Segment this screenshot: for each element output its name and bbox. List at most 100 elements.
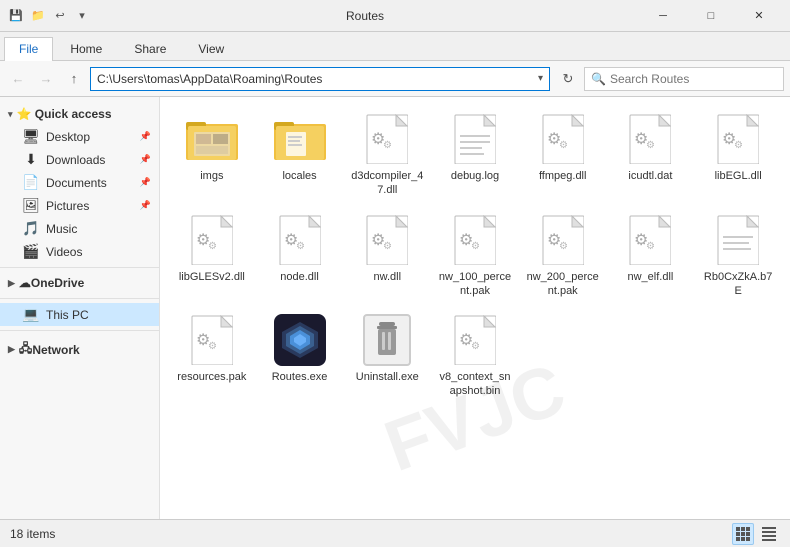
sidebar-label-music: Music <box>46 222 77 236</box>
onedrive-arrow: ▶ <box>8 278 15 289</box>
file-label-nw200: nw_200_percent.pak <box>525 270 601 299</box>
main-layout: ▾ ⭐ Quick access 🖥 Desktop 📌 ⬇ Downloads… <box>0 97 790 519</box>
file-label-debug-log: debug.log <box>451 169 499 183</box>
svg-text:⚙: ⚙ <box>734 140 743 151</box>
downloads-icon: ⬇ <box>22 151 40 168</box>
file-item-nwelf[interactable]: ⚙ ⚙ nw_elf.dll <box>609 208 693 305</box>
sidebar-item-downloads[interactable]: ⬇ Downloads 📌 <box>0 148 159 171</box>
sidebar-item-pictures[interactable]: 🖼 Pictures 📌 <box>0 194 159 217</box>
file-item-v8[interactable]: ⚙ ⚙ v8_context_snapshot.bin <box>433 308 517 405</box>
svg-text:⚙: ⚙ <box>296 241 305 252</box>
search-icon: 🔍 <box>591 72 606 86</box>
sidebar-divider3 <box>0 330 159 331</box>
desktop-icon: 🖥 <box>22 128 40 145</box>
file-label-v8: v8_context_snapshot.bin <box>437 370 513 399</box>
sidebar-item-music[interactable]: 🎵 Music <box>0 217 159 240</box>
list-icon <box>762 527 776 541</box>
file-item-rb0[interactable]: Rb0CxZkA.b7E <box>696 208 780 305</box>
close-button[interactable]: ✕ <box>736 0 782 32</box>
quick-access-arrow: ▾ <box>8 109 13 120</box>
file-label-uninstall: Uninstall.exe <box>356 370 419 384</box>
address-bar[interactable]: C:\Users\tomas\AppData\Roaming\Routes ▾ <box>90 67 550 91</box>
ribbon: File Home Share View <box>0 32 790 61</box>
file-label-libglesv2: libGLESv2.dll <box>179 270 245 284</box>
dll-libglesv2-icon: ⚙ ⚙ <box>186 214 238 266</box>
tab-file[interactable]: File <box>4 37 53 61</box>
file-item-routes-exe[interactable]: Routes.exe <box>258 308 342 405</box>
minimize-button[interactable]: ─ <box>640 0 686 32</box>
tab-home[interactable]: Home <box>55 37 117 61</box>
file-item-ffmpeg[interactable]: ⚙ ⚙ ffmpeg.dll <box>521 107 605 204</box>
file-label-nw: nw.dll <box>374 270 402 284</box>
window-controls[interactable]: ─ □ ✕ <box>640 0 782 32</box>
sidebar-section-network[interactable]: ▶ 🖧 Network <box>0 335 159 364</box>
tab-view[interactable]: View <box>183 37 239 61</box>
dll-d3dcompiler-icon: ⚙ ⚙ <box>361 113 413 165</box>
window-title: Routes <box>90 9 640 23</box>
pin-icon2: 📌 <box>140 154 151 165</box>
tab-share[interactable]: Share <box>119 37 181 61</box>
dll-nwelf-icon: ⚙ ⚙ <box>624 214 676 266</box>
address-dropdown-icon[interactable]: ▾ <box>538 73 543 84</box>
sidebar-label-downloads: Downloads <box>46 153 105 167</box>
file-label-icudtl: icudtl.dat <box>628 169 672 183</box>
status-bar: 18 items <box>0 519 790 547</box>
svg-text:⚙: ⚙ <box>383 140 392 151</box>
svg-text:⚙: ⚙ <box>471 341 480 352</box>
search-input[interactable] <box>610 72 777 86</box>
file-item-libglesv2[interactable]: ⚙ ⚙ libGLESv2.dll <box>170 208 254 305</box>
file-item-locales[interactable]: locales <box>258 107 342 204</box>
file-item-resources[interactable]: ⚙ ⚙ resources.pak <box>170 308 254 405</box>
documents-icon: 📄 <box>22 174 40 191</box>
file-item-node[interactable]: ⚙ ⚙ node.dll <box>258 208 342 305</box>
refresh-button[interactable]: ↻ <box>556 67 580 91</box>
folder-locales-icon <box>274 113 326 165</box>
pin-icon3: 📌 <box>140 177 151 188</box>
file-item-d3dcompiler[interactable]: ⚙ ⚙ d3dcompiler_47.dll <box>345 107 429 204</box>
sidebar-item-desktop[interactable]: 🖥 Desktop 📌 <box>0 125 159 148</box>
dll-nw-icon: ⚙ ⚙ <box>361 214 413 266</box>
up-button[interactable]: ↑ <box>62 67 86 91</box>
exe-uninstall-icon <box>361 314 413 366</box>
file-label-nw100: nw_100_percent.pak <box>437 270 513 299</box>
file-item-nw[interactable]: ⚙ ⚙ nw.dll <box>345 208 429 305</box>
search-box[interactable]: 🔍 <box>584 67 784 91</box>
address-path: C:\Users\tomas\AppData\Roaming\Routes <box>97 72 538 86</box>
address-row: ← → ↑ C:\Users\tomas\AppData\Roaming\Rou… <box>0 61 790 97</box>
file-item-icudtl[interactable]: ⚙ ⚙ icudtl.dat <box>609 107 693 204</box>
list-view-button[interactable] <box>758 523 780 545</box>
grid-view-button[interactable] <box>732 523 754 545</box>
file-item-libegl[interactable]: ⚙ ⚙ libEGL.dll <box>696 107 780 204</box>
this-pc-icon: 💻 <box>22 306 40 323</box>
dropdown-icon[interactable]: ▾ <box>74 8 90 24</box>
dll-libegl-icon: ⚙ ⚙ <box>712 113 764 165</box>
dll-node-icon: ⚙ ⚙ <box>274 214 326 266</box>
file-label-rb0: Rb0CxZkA.b7E <box>700 270 776 299</box>
sidebar-item-videos[interactable]: 🎬 Videos <box>0 240 159 263</box>
log-debug-icon <box>449 113 501 165</box>
sidebar-label-network: Network <box>32 343 79 357</box>
svg-text:⚙: ⚙ <box>559 140 568 151</box>
pak-nw200-icon: ⚙ ⚙ <box>537 214 589 266</box>
sidebar-section-onedrive[interactable]: ▶ ☁ OneDrive <box>0 272 159 294</box>
file-item-imgs[interactable]: imgs <box>170 107 254 204</box>
file-item-nw100[interactable]: ⚙ ⚙ nw_100_percent.pak <box>433 208 517 305</box>
pak-nw100-icon: ⚙ ⚙ <box>449 214 501 266</box>
network-icon: 🖧 <box>19 339 32 360</box>
file-item-uninstall[interactable]: Uninstall.exe <box>345 308 429 405</box>
sidebar-item-this-pc[interactable]: 💻 This PC <box>0 303 159 326</box>
sidebar-item-documents[interactable]: 📄 Documents 📌 <box>0 171 159 194</box>
sidebar-divider2 <box>0 298 159 299</box>
forward-button[interactable]: → <box>34 67 58 91</box>
undo-icon: ↩ <box>52 8 68 24</box>
file-item-debug-log[interactable]: debug.log <box>433 107 517 204</box>
back-button[interactable]: ← <box>6 67 30 91</box>
sidebar-section-quick-access[interactable]: ▾ ⭐ Quick access <box>0 103 159 125</box>
maximize-button[interactable]: □ <box>688 0 734 32</box>
sidebar-label-documents: Documents <box>46 176 107 190</box>
file-item-nw200[interactable]: ⚙ ⚙ nw_200_percent.pak <box>521 208 605 305</box>
file-label-imgs: imgs <box>200 169 223 183</box>
grid-icon <box>736 527 750 541</box>
dat-v8-icon: ⚙ ⚙ <box>449 314 501 366</box>
svg-text:⚙: ⚙ <box>646 241 655 252</box>
